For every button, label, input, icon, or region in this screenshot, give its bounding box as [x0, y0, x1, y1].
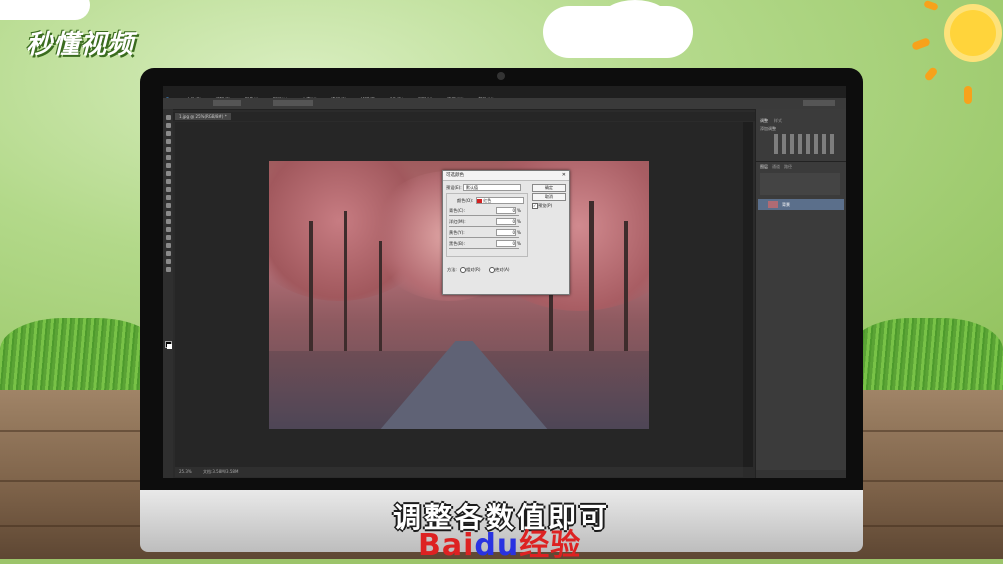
workspace-select[interactable]: [803, 100, 835, 106]
relative-label: 相对(R): [466, 267, 481, 272]
layers-footer: [756, 470, 846, 478]
red-swatch-icon: [477, 199, 482, 203]
baidu-bai: Bai: [418, 528, 475, 563]
colors-value: 红色: [483, 198, 492, 203]
cyan-slider[interactable]: [449, 215, 519, 216]
cloud: [0, 0, 90, 20]
stamp-tool-icon[interactable]: [166, 179, 171, 184]
close-icon[interactable]: ✕: [562, 172, 566, 178]
dialog-title: 可选颜色: [443, 171, 569, 181]
black-slider[interactable]: [449, 248, 519, 249]
document-tabbar: [173, 112, 846, 121]
yellow-unit: %: [517, 230, 521, 235]
photoshop-window: Ps 文件(F) 编辑(E) 图像(I) 图层(L) 文字(Y) 选择(S) 滤…: [163, 86, 846, 478]
path-select-tool-icon[interactable]: [166, 243, 171, 248]
right-panels: 调整 样式 添加调整 图层 通道 路径 背景: [755, 109, 846, 478]
magenta-input[interactable]: 0: [496, 218, 516, 225]
magenta-slider[interactable]: [449, 226, 519, 227]
move-tool-icon[interactable]: [166, 115, 171, 120]
marquee-tool-icon[interactable]: [166, 123, 171, 128]
hand-tool-icon[interactable]: [166, 259, 171, 264]
absolute-label: 绝对(A): [495, 267, 510, 272]
options-bar: [163, 98, 846, 110]
adjustment-icons[interactable]: [774, 134, 834, 154]
history-brush-tool-icon[interactable]: [166, 187, 171, 192]
cancel-button[interactable]: 取消: [532, 193, 566, 201]
cloud: [600, 0, 670, 40]
ok-button[interactable]: 确定: [532, 184, 566, 192]
tab-styles[interactable]: 样式: [774, 118, 782, 124]
magenta-unit: %: [517, 219, 521, 224]
blur-tool-icon[interactable]: [166, 211, 171, 216]
layer-options: [760, 173, 840, 195]
colors-select[interactable]: 红色: [476, 197, 524, 204]
black-unit: %: [517, 241, 521, 246]
preset-value: 默认值: [466, 185, 478, 190]
cyan-unit: %: [517, 208, 521, 213]
tab-adjustments[interactable]: 调整: [760, 118, 768, 124]
eyedropper-tool-icon[interactable]: [166, 155, 171, 160]
zoom-tool-icon[interactable]: [166, 267, 171, 272]
shape-tool-icon[interactable]: [166, 251, 171, 256]
brush-tool-icon[interactable]: [166, 171, 171, 176]
grass-left: [0, 318, 160, 398]
menu-bar: Ps 文件(F) 编辑(E) 图像(I) 图层(L) 文字(Y) 选择(S) 滤…: [163, 86, 846, 103]
panel-divider: [756, 161, 846, 162]
quick-select-tool-icon[interactable]: [166, 139, 171, 144]
document-tab[interactable]: 1.jpg @ 25%(RGB/8#) *: [175, 113, 231, 120]
lasso-tool-icon[interactable]: [166, 131, 171, 136]
background-color-icon[interactable]: [167, 344, 172, 349]
option-select[interactable]: [273, 100, 313, 106]
layer-name: 背景: [782, 202, 790, 207]
tab-layers[interactable]: 图层: [760, 164, 768, 170]
baidu-jingyan: 经验: [519, 528, 582, 563]
preset-select[interactable]: 默认值: [463, 184, 521, 191]
tab-channels[interactable]: 通道: [772, 164, 780, 170]
grass-right: [850, 318, 1003, 398]
yellow-input[interactable]: 0: [496, 229, 516, 236]
tab-paths[interactable]: 路径: [784, 164, 792, 170]
eraser-tool-icon[interactable]: [166, 195, 171, 200]
pen-tool-icon[interactable]: [166, 227, 171, 232]
tree-trunk: [379, 241, 382, 361]
dodge-tool-icon[interactable]: [166, 219, 171, 224]
type-tool-icon[interactable]: [166, 235, 171, 240]
option-select[interactable]: [213, 100, 241, 106]
preview-label: 预览(P): [538, 203, 553, 208]
status-doc-size: 文档:3.58M/3.58M: [203, 469, 239, 474]
magenta-label: 洋红(M):: [449, 219, 466, 224]
sun-icon: [950, 10, 996, 56]
tools-panel: [163, 109, 173, 478]
cyan-input[interactable]: 0: [496, 207, 516, 214]
adjustments-title: 添加调整: [760, 126, 776, 131]
baidu-jingyan-logo: Baidu经验: [418, 520, 581, 564]
crop-tool-icon[interactable]: [166, 147, 171, 152]
healing-tool-icon[interactable]: [166, 163, 171, 168]
cyan-label: 青色(C):: [449, 208, 465, 213]
layer-row-background[interactable]: 背景: [758, 199, 844, 210]
layer-thumbnail: [768, 201, 778, 208]
vertical-scrollbar[interactable]: [743, 122, 753, 467]
status-zoom[interactable]: 25.3%: [179, 469, 192, 474]
status-bar: 25.3% 文档:3.58M/3.58M: [175, 467, 743, 477]
colors-label: 颜色(O):: [457, 198, 474, 203]
yellow-slider[interactable]: [449, 237, 519, 238]
sun-ray: [964, 86, 972, 104]
gradient-tool-icon[interactable]: [166, 203, 171, 208]
black-label: 黑色(B):: [449, 241, 465, 246]
camera-icon: [497, 72, 505, 80]
baidu-du: du: [474, 528, 520, 563]
method-label: 方法:: [447, 267, 457, 272]
black-input[interactable]: 0: [496, 240, 516, 247]
selective-color-dialog: 可选颜色 ✕ 预设(E): 默认值 确定 取消 ✓ 预览(P) 颜色(O): 红…: [442, 170, 570, 295]
yellow-label: 黄色(Y):: [449, 230, 465, 235]
preset-label: 预设(E):: [446, 185, 462, 190]
miaodong-logo: 秒懂视频: [26, 30, 135, 60]
